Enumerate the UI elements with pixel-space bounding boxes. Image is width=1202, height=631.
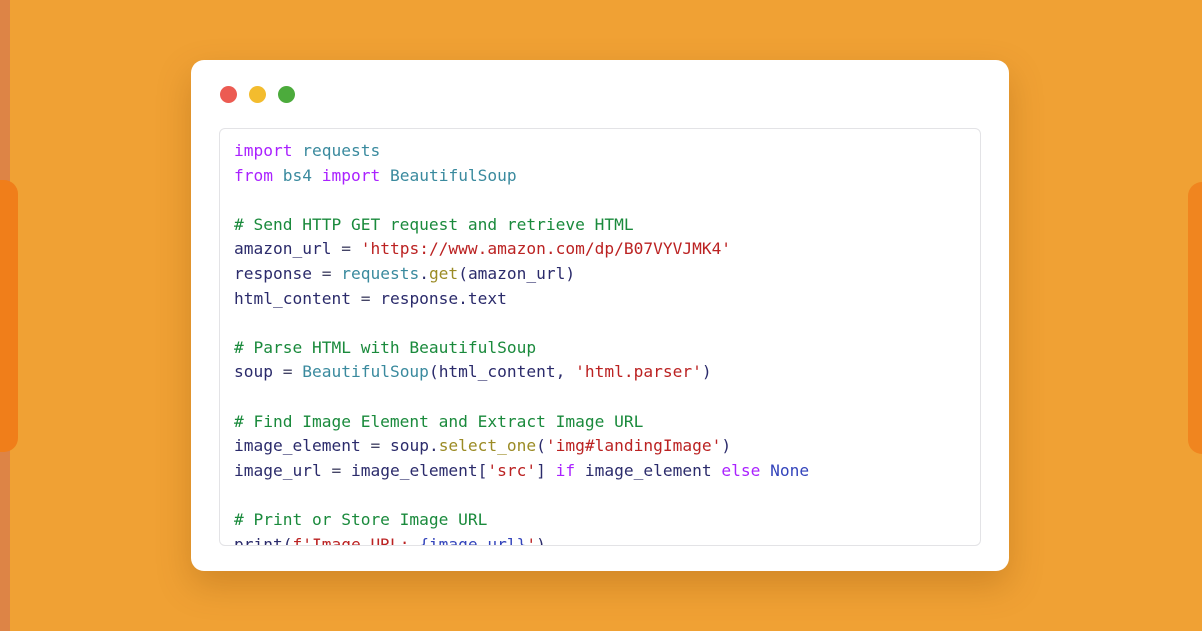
code-token-op: = [350, 288, 381, 308]
code-token-str: 'src' [487, 460, 537, 480]
code-token-punc: [ [477, 460, 488, 480]
code-token-op [380, 166, 390, 185]
code-line: # Parse HTML with BeautifulSoup [234, 336, 966, 361]
code-token-var: image_element [234, 436, 361, 456]
code-token-var: html_content [234, 288, 351, 308]
code-token-op [273, 166, 283, 185]
code-block[interactable]: import requests from bs4 import Beautiful… [219, 128, 981, 546]
code-token-str: f [292, 534, 303, 546]
code-line: image_element = soup.select_one('img#lan… [234, 434, 966, 459]
code-token-op [292, 141, 302, 160]
code-token-var: soup [389, 436, 429, 456]
code-token-const: {image_url} [419, 534, 527, 546]
code-line: import requests [234, 139, 966, 164]
code-token-name: bs4 [282, 165, 312, 185]
code-token-const: None [770, 460, 810, 480]
code-token-op [312, 166, 322, 185]
code-token-punc: . [458, 288, 468, 308]
code-token-kw: else [721, 460, 761, 480]
code-token-op: = [331, 239, 361, 259]
code-token-kw: import [321, 165, 381, 185]
code-line: amazon_url = 'https://www.amazon.com/dp/… [234, 237, 966, 262]
code-line: # Send HTTP GET request and retrieve HTM… [234, 213, 966, 238]
code-token-punc: ) [721, 436, 732, 456]
code-token-comment: # Parse HTML with BeautifulSoup [234, 337, 537, 357]
code-token-op [760, 461, 770, 480]
code-token-op [712, 461, 722, 480]
code-line: image_url = image_element['src'] if imag… [234, 459, 966, 484]
code-token-fn: get [428, 263, 459, 283]
code-token-kw: import [234, 141, 293, 160]
code-token-str: 'img#landingImage' [545, 436, 722, 456]
decorative-shape-right [1188, 182, 1202, 454]
code-token-name: BeautifulSoup [389, 165, 517, 185]
code-token-kw: from [234, 165, 273, 185]
code-token-str: 'html.parser' [575, 362, 702, 382]
code-token-op [575, 461, 585, 480]
code-token-op: = [311, 263, 342, 283]
code-token-var: amazon_url [467, 263, 566, 283]
code-token-str: 'Image URL: [302, 534, 420, 546]
code-token-punc: ] [536, 460, 556, 480]
close-dot-icon[interactable] [220, 85, 237, 103]
code-token-punc: . [428, 436, 439, 456]
code-token-punc: ( [458, 263, 468, 283]
code-line: # Find Image Element and Extract Image U… [234, 410, 966, 435]
code-token-punc: ) [536, 534, 546, 546]
code-token-punc: ( [428, 362, 439, 382]
code-token-var: html_content [438, 362, 556, 382]
code-token-comment: # Print or Store Image URL [234, 509, 488, 529]
code-token-name: BeautifulSoup [302, 362, 429, 382]
code-token-var: image_url [234, 460, 322, 480]
minimize-dot-icon[interactable] [249, 85, 266, 103]
code-token-var: image_element [584, 460, 712, 480]
decorative-shape-left [0, 180, 18, 452]
code-token-comment: # Send HTTP GET request and retrieve HTM… [234, 214, 634, 234]
code-token-var: response [234, 263, 312, 283]
code-token-kw: if [555, 460, 576, 480]
code-line: print(f'Image URL: {image_url}') [234, 533, 966, 546]
code-token-var: amazon_url [234, 239, 332, 259]
code-token-name: requests [302, 141, 381, 160]
code-token-var: image_element [350, 460, 478, 480]
window-titlebar [191, 60, 1009, 128]
code-token-punc: , [555, 362, 576, 382]
code-token-str: ' [526, 534, 537, 546]
code-token-var: text [467, 288, 507, 308]
code-line: from bs4 import BeautifulSoup [234, 164, 966, 189]
code-token-op: = [272, 362, 303, 382]
code-token-op: = [360, 436, 390, 456]
code-token-var: response [380, 288, 459, 308]
code-token-var: soup [234, 362, 273, 382]
code-token-var: print [234, 534, 283, 546]
maximize-dot-icon[interactable] [278, 85, 295, 103]
code-token-punc: . [419, 263, 429, 283]
code-token-comment: # Find Image Element and Extract Image U… [234, 411, 644, 431]
code-line: response = requests.get(amazon_url) [234, 262, 966, 287]
code-token-punc: ) [565, 263, 576, 283]
code-token-str: 'https://www.amazon.com/dp/B07VYVJMK4' [360, 239, 732, 259]
code-content[interactable]: import requests from bs4 import Beautiful… [220, 139, 980, 546]
code-token-punc: ( [536, 436, 546, 456]
code-line: soup = BeautifulSoup(html_content, 'html… [234, 360, 966, 385]
code-token-name: requests [341, 263, 420, 283]
code-card: import requests from bs4 import Beautiful… [191, 60, 1009, 571]
code-line: html_content = response.text [234, 287, 966, 312]
code-token-punc: ) [701, 362, 712, 382]
code-token-fn: select_one [438, 436, 537, 456]
code-line: # Print or Store Image URL [234, 508, 966, 533]
code-token-op: = [321, 460, 351, 480]
